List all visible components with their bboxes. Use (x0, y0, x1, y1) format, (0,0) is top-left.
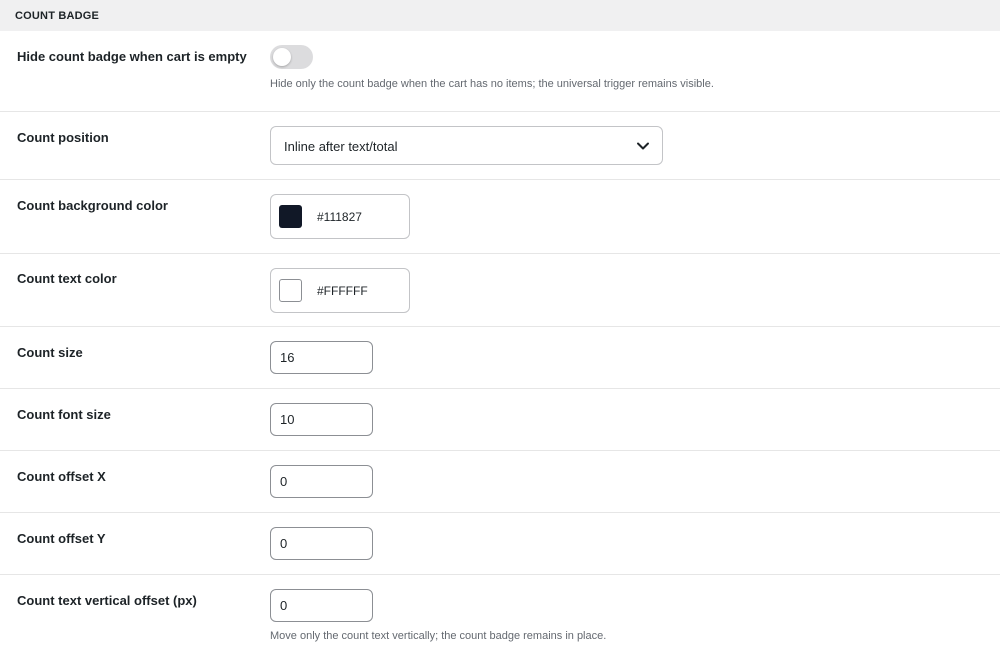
hide-empty-label: Hide count badge when cart is empty (17, 49, 247, 64)
count-vertical-offset-label: Count text vertical offset (px) (17, 593, 197, 608)
count-text-color-picker[interactable]: #FFFFFF (270, 268, 410, 313)
row-count-text-vertical-offset: Count text vertical offset (px) Move onl… (0, 575, 1000, 661)
chevron-down-icon (637, 142, 649, 150)
row-count-font-size: Count font size (0, 389, 1000, 451)
toggle-knob (273, 48, 291, 66)
count-bg-color-label: Count background color (17, 198, 168, 213)
count-size-input[interactable] (270, 341, 373, 374)
count-offset-x-label: Count offset X (17, 469, 106, 484)
count-text-color-label: Count text color (17, 271, 117, 286)
color-hex-value: #FFFFFF (317, 284, 368, 298)
count-font-size-label: Count font size (17, 407, 111, 422)
color-swatch[interactable] (279, 205, 302, 228)
row-count-bg-color: Count background color #111827 (0, 180, 1000, 254)
row-count-offset-y: Count offset Y (0, 513, 1000, 575)
count-font-size-input[interactable] (270, 403, 373, 436)
count-position-value: Inline after text/total (284, 139, 398, 154)
color-hex-value: #111827 (317, 210, 362, 224)
count-offset-x-input[interactable] (270, 465, 373, 498)
count-vertical-offset-help: Move only the count text vertically; the… (270, 630, 607, 642)
count-size-label: Count size (17, 345, 83, 360)
hide-empty-help: Hide only the count badge when the cart … (270, 78, 714, 90)
count-position-select[interactable]: Inline after text/total (270, 126, 663, 165)
color-swatch[interactable] (279, 279, 302, 302)
count-bg-color-picker[interactable]: #111827 (270, 194, 410, 239)
count-offset-y-label: Count offset Y (17, 531, 106, 546)
hide-empty-toggle[interactable] (270, 45, 313, 69)
row-count-offset-x: Count offset X (0, 451, 1000, 513)
row-hide-count-badge: Hide count badge when cart is empty Hide… (0, 31, 1000, 112)
row-count-size: Count size (0, 327, 1000, 389)
section-title: COUNT BADGE (15, 10, 100, 22)
row-count-position: Count position Inline after text/total (0, 112, 1000, 180)
section-header: COUNT BADGE (0, 0, 1000, 31)
count-vertical-offset-input[interactable] (270, 589, 373, 622)
count-position-label: Count position (17, 130, 109, 145)
count-offset-y-input[interactable] (270, 527, 373, 560)
row-count-text-color: Count text color #FFFFFF (0, 254, 1000, 327)
